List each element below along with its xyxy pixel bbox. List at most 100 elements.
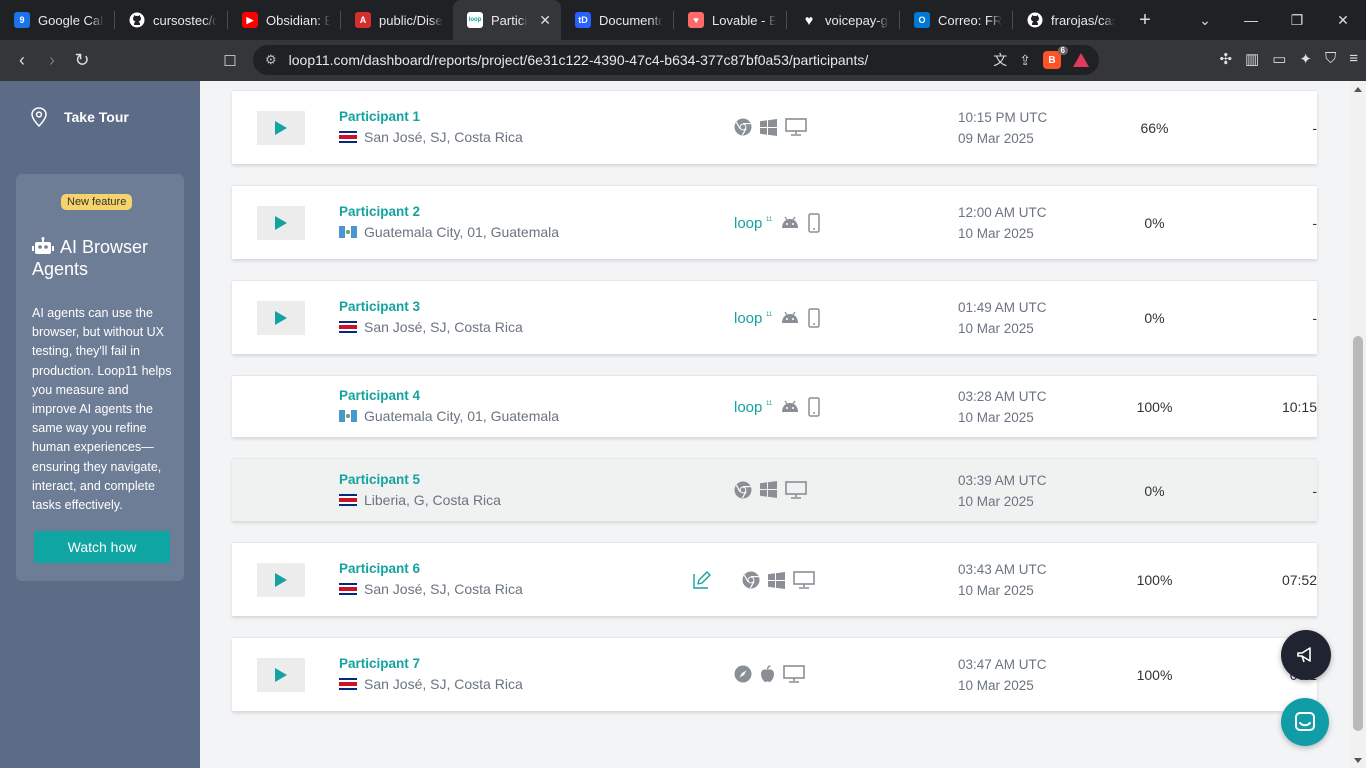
brave-shields-icon[interactable]: B6 [1043,46,1068,69]
costa-rica-flag-icon [339,131,357,143]
windows-icon [760,481,777,498]
participant-row[interactable]: Participant 2 Guatemala City, 01, Guatema… [232,185,1317,259]
participant-row[interactable]: Participant 7 San José, SJ, Costa Rica 03:… [232,637,1317,711]
site-info-icon[interactable]: ⚙ [265,52,277,68]
play-recording-button[interactable] [257,206,305,240]
browser-tab[interactable]: ♥ Lovable - Bu [674,0,786,40]
browser-tab[interactable]: loop Particip ✕ [453,0,561,40]
participant-name-link[interactable]: Participant 2 [339,204,420,219]
play-recording-button[interactable] [257,563,305,597]
location-text: San José, SJ, Costa Rica [364,676,523,692]
device-icons: loop 11 [734,397,820,417]
extensions-icon[interactable]: ✣ [1219,50,1232,68]
windows-icon [760,118,777,136]
reload-icon[interactable]: ↻ [67,50,97,71]
session-duration: - [1312,120,1317,136]
play-recording-button[interactable] [257,301,305,335]
location-text: San José, SJ, Costa Rica [364,129,523,145]
participant-name-link[interactable]: Participant 4 [339,388,420,403]
address-bar[interactable]: ⚙ loop11.com/dashboard/reports/project/6… [253,45,1099,75]
participant-name-link[interactable]: Participant 7 [339,656,420,671]
participant-row[interactable]: Participant 5 Liberia, G, Costa Rica 03:39… [232,458,1317,521]
play-recording-button[interactable] [257,111,305,145]
windows-icon [768,571,785,589]
vpn-icon[interactable]: ⛉ [1325,50,1336,68]
minimize-button[interactable]: — [1228,12,1274,28]
participant-name-link[interactable]: Participant 3 [339,299,420,314]
android-icon [780,311,800,325]
app-sidebar: Take Tour New feature AI Browser Agents … [0,81,200,768]
completion-rate: 100% [1136,399,1173,415]
svg-text:loop: loop [734,215,762,232]
extension-icons: ✣ ▥ ▭ ✦ ⛉ ≡ [1219,50,1358,68]
github-icon [1027,12,1043,28]
svg-text:loop: loop [734,310,762,327]
browser-tab[interactable]: ♥ voicepay-ge [787,0,899,40]
participant-name-link[interactable]: Participant 5 [339,472,420,487]
maximize-button[interactable]: ❐ [1274,12,1320,29]
browser-tab[interactable]: frarojas/cas [1013,0,1125,40]
back-icon[interactable]: ‹ [7,50,37,71]
loop11-icon: loop 11 [734,309,772,327]
session-duration: 10:15 [1281,399,1317,415]
participant-row[interactable]: Participant 3 San José, SJ, Costa Rica loo… [232,280,1317,354]
session-duration: - [1312,482,1317,499]
costa-rica-flag-icon [339,583,357,595]
svg-text:11: 11 [766,401,772,407]
session-datetime: 10:15 PM UTC 09 Mar 2025 [958,107,1047,149]
browser-tab[interactable]: 9 Google Cale [0,0,114,40]
new-tab-button[interactable]: + [1125,9,1165,32]
participant-row[interactable]: Participant 4 Guatemala City, 01, Guatema… [232,375,1317,437]
chat-support-button[interactable] [1281,698,1329,746]
browser-tab[interactable]: O Correo: FRA [900,0,1012,40]
session-duration: - [1312,215,1317,231]
lovable-icon: ♥ [688,12,704,28]
play-recording-button[interactable] [257,658,305,692]
watch-how-button[interactable]: Watch how [34,531,170,563]
participant-name-link[interactable]: Participant 1 [339,109,420,124]
browser-tab[interactable]: ▶ Obsidian: El [228,0,340,40]
tab-search-icon[interactable]: ⌄ [1182,12,1228,29]
tab-title: public/Diser [379,12,443,28]
chrome-icon [734,481,752,499]
browser-tab[interactable]: cursostec/d [115,0,227,40]
scroll-down-arrow[interactable] [1354,758,1362,763]
location-text: San José, SJ, Costa Rica [364,319,523,335]
participant-name-link[interactable]: Participant 6 [339,561,420,576]
translate-icon[interactable]: 文 [993,50,1007,70]
edit-icon[interactable] [692,570,712,590]
desktop-icon [793,571,815,589]
session-time: 10:15 PM UTC [958,110,1048,125]
costa-rica-flag-icon [339,321,357,333]
session-datetime: 03:28 AM UTC 10 Mar 2025 [958,386,1047,428]
participant-row[interactable]: Participant 6 San José, SJ, Costa Rica 03:… [232,542,1317,616]
wallet-icon[interactable]: ▭ [1272,50,1286,68]
announcements-button[interactable] [1281,630,1331,680]
session-datetime: 03:43 AM UTC 10 Mar 2025 [958,559,1047,601]
play-icon [275,121,287,135]
completion-rate: 100% [1136,667,1173,683]
page-scrollbar[interactable] [1350,81,1366,768]
close-tab-icon[interactable]: ✕ [539,12,551,29]
participant-row[interactable]: Participant 1 San José, SJ, Costa Rica 10:… [232,90,1317,164]
completion-rate: 100% [1136,572,1173,588]
scroll-up-arrow[interactable] [1354,87,1362,92]
session-time: 03:43 AM UTC [958,562,1047,577]
bookmark-icon[interactable]: ☐ [215,52,245,70]
leo-ai-icon[interactable]: ✦ [1299,50,1312,68]
take-tour-link[interactable]: Take Tour [30,107,129,127]
browser-tab-strip: 9 Google Cale cursostec/d ▶ Obsidian: El Apub… [0,0,1366,40]
sidebar-toggle-icon[interactable]: ▥ [1245,50,1259,68]
tdesktop-icon: tD [575,12,591,28]
close-window-button[interactable]: ✕ [1320,12,1366,29]
scrollbar-thumb[interactable] [1353,336,1363,731]
browser-tab[interactable]: tD Documento [561,0,673,40]
brave-rewards-icon[interactable] [1073,53,1089,67]
youtube-icon: ▶ [242,12,258,28]
forward-icon[interactable]: › [37,50,67,71]
svg-text:11: 11 [766,312,772,318]
browser-tab[interactable]: Apublic/Diser [341,0,453,40]
menu-icon[interactable]: ≡ [1349,50,1358,68]
svg-text:loop: loop [734,399,762,416]
share-icon[interactable]: ⇪ [1019,52,1031,69]
